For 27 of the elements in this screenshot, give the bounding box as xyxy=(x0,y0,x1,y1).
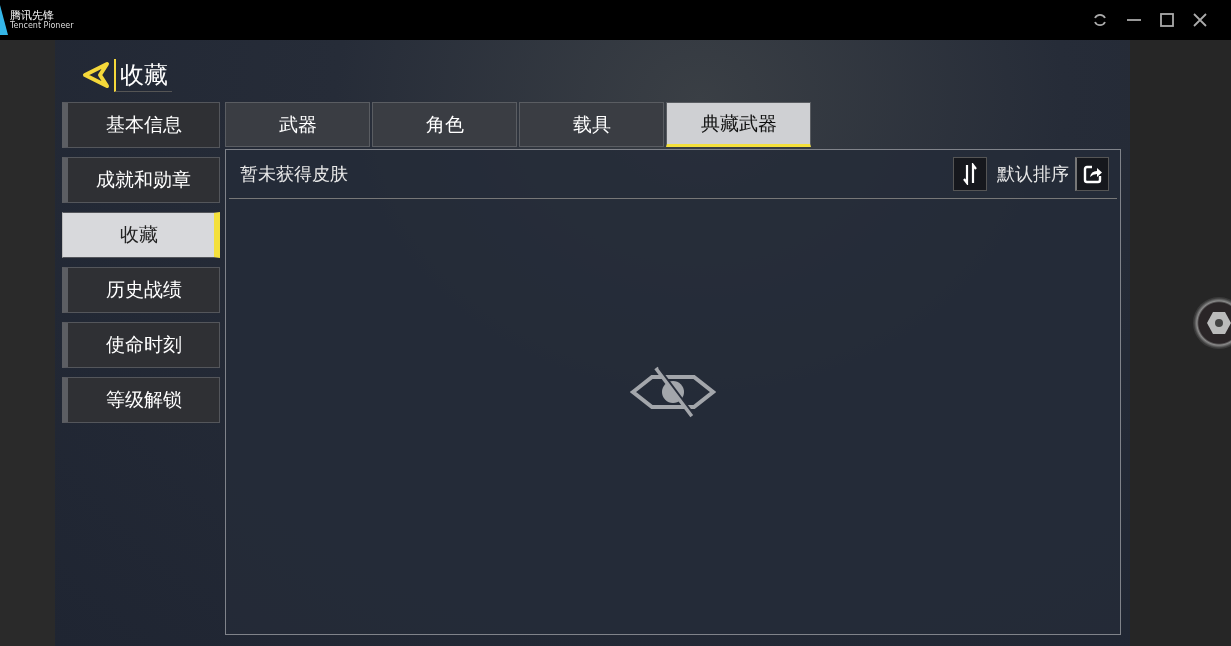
sidebar-item[interactable]: 使命时刻 xyxy=(62,322,220,368)
sort-label[interactable]: 默认排序 xyxy=(997,162,1069,186)
app-logo-icon xyxy=(0,5,8,35)
hex-nut-icon xyxy=(1206,311,1231,335)
sidebar-item[interactable]: 基本信息 xyxy=(62,102,220,148)
sidebar-item[interactable]: 收藏 xyxy=(62,212,220,258)
sidebar-item[interactable]: 成就和勋章 xyxy=(62,157,220,203)
tab[interactable]: 载具 xyxy=(519,102,664,147)
refresh-icon[interactable] xyxy=(1092,12,1108,28)
close-icon[interactable] xyxy=(1193,13,1207,27)
tab[interactable]: 角色 xyxy=(372,102,517,147)
tab[interactable]: 武器 xyxy=(225,102,370,147)
share-icon xyxy=(1082,164,1103,184)
sort-toggle-button[interactable] xyxy=(953,157,987,191)
maximize-icon[interactable] xyxy=(1160,13,1174,27)
hidden-eye-icon xyxy=(630,364,716,419)
floating-nut-button[interactable] xyxy=(1193,297,1231,349)
app-name: 腾讯先锋 xyxy=(10,10,54,21)
back-arrow-icon[interactable] xyxy=(81,60,111,90)
tab[interactable]: 典藏武器 xyxy=(666,102,811,147)
sidebar-item[interactable]: 等级解锁 xyxy=(62,377,220,423)
app-subtitle: Tencent Pioneer xyxy=(10,22,74,30)
sort-arrows-icon xyxy=(963,163,977,185)
empty-status-text: 暂未获得皮肤 xyxy=(240,162,348,186)
share-button[interactable] xyxy=(1075,157,1109,191)
page-title: 收藏 xyxy=(114,58,172,92)
sidebar-item[interactable]: 历史战绩 xyxy=(62,267,220,313)
